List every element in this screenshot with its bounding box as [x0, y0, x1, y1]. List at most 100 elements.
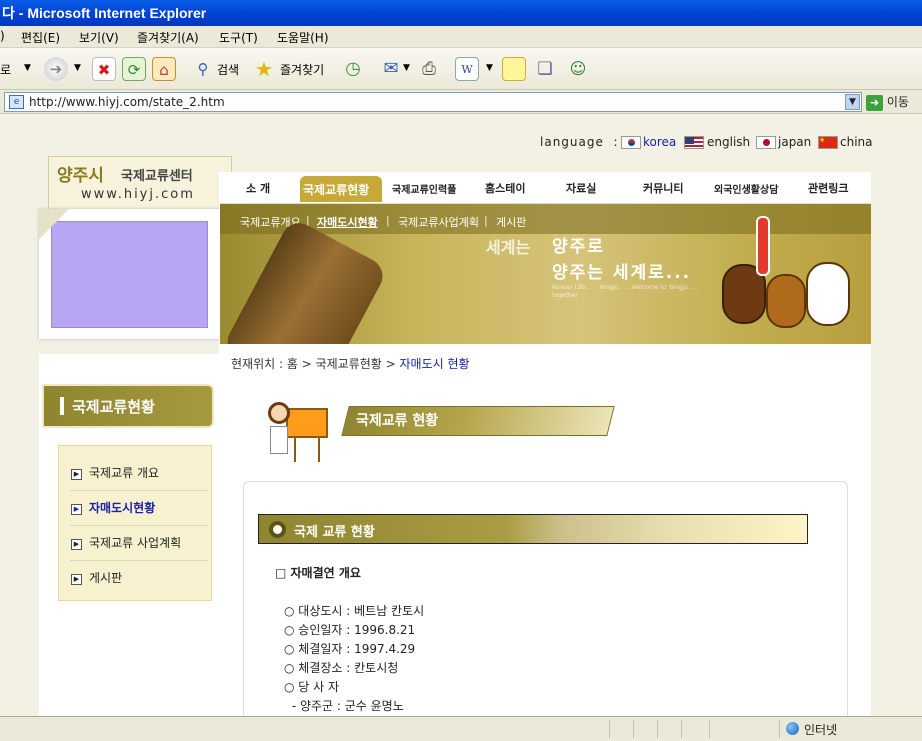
lnb-title-bar-icon [60, 397, 64, 415]
banner-english: Korean Life . . . Yangju . . . welcome t… [552, 284, 700, 299]
lang-english[interactable]: english [707, 135, 750, 149]
lang-china[interactable]: china [840, 135, 873, 149]
gnb-intro[interactable]: 소 개 [246, 180, 270, 196]
lnb-title: 국제교류현황 [72, 398, 155, 416]
lnb-item-plans[interactable]: ▶ 국제교류 사업계획 [71, 526, 207, 561]
go-arrow-icon: ➜ [866, 94, 883, 111]
gnb-community[interactable]: 커뮤니티 [643, 180, 683, 196]
gnb-archive[interactable]: 자료실 [566, 180, 596, 196]
status-cell [633, 720, 657, 738]
favorites-star-icon[interactable]: ★ [252, 57, 276, 81]
status-bar: 인터넷 [0, 716, 922, 741]
back-dropdown-icon[interactable]: ▼ [24, 63, 31, 73]
lnb-item-label: 국제교류 개요 [89, 466, 160, 480]
arrow-right-icon: ▶ [71, 469, 82, 480]
japan-sun [763, 139, 770, 146]
page-curl-decoration [39, 209, 69, 239]
mail-icon[interactable]: ✉ [379, 57, 403, 81]
status-zone-cell: 인터넷 [779, 720, 922, 738]
menu-view[interactable]: 보기(V) [79, 29, 119, 46]
info-list: ○ 대상도시 : 베트남 칸토시 ○ 승인일자 : 1996.8.21 ○ 체결… [244, 594, 844, 716]
menu-bar: ) 편집(E) 보기(V) 즐겨찾기(A) 도구(T) 도움말(H) [0, 26, 922, 48]
page-gutter [908, 114, 922, 716]
refresh-icon[interactable]: ⟳ [122, 57, 146, 81]
arrow-right-icon: ▶ [71, 539, 82, 550]
lang-japan[interactable]: japan [778, 135, 811, 149]
gnb-homestay[interactable]: 홈스테이 [485, 180, 525, 196]
forward-dropdown-icon[interactable]: ▼ [74, 63, 81, 73]
logo-sub: 국제교류센터 [121, 169, 193, 184]
totem-pole-image [221, 216, 389, 344]
toolbar: 로 ▼ ➜ ▼ ✖ ⟳ ⌂ ⚲ 검색 ★ 즐겨찾기 ◷ ✉ ▼ ⎙ W ▼ ❏ … [0, 48, 922, 90]
messenger-icon[interactable]: ☺ [566, 57, 590, 81]
status-cell [709, 720, 779, 738]
breadcrumb-path: 현재위치 : 홈 > 국제교류현황 > [231, 357, 396, 371]
status-cell [609, 720, 633, 738]
photo-placeholder [51, 221, 208, 328]
go-button[interactable]: ➜ 이동 [866, 92, 920, 112]
arrow-right-icon: ▶ [71, 574, 82, 585]
menu-help[interactable]: 도움말(H) [277, 29, 329, 46]
menu-tools[interactable]: 도구(T) [219, 29, 258, 46]
menu-edit[interactable]: 편집(E) [21, 29, 60, 46]
back-label[interactable]: 로 [0, 61, 11, 78]
forward-icon[interactable]: ➜ [44, 57, 68, 81]
window-title: 다 - Microsoft Internet Explorer [2, 5, 207, 21]
lang-korea[interactable]: korea [643, 135, 676, 149]
lnb-item-overview[interactable]: ▶ 국제교류 개요 [71, 456, 207, 491]
lnb-item-label: 자매도시현황 [89, 501, 156, 515]
mail-dropdown-icon[interactable]: ▼ [403, 63, 410, 73]
korea-flag-icon[interactable] [621, 136, 641, 149]
banner-line2: 양주는 세계로... [552, 263, 692, 283]
info-parties: ○ 당 사 자 [284, 680, 340, 694]
home-icon[interactable]: ⌂ [152, 57, 176, 81]
search-label[interactable]: 검색 [217, 61, 239, 78]
lnb-item-sister-cities[interactable]: ▶ 자매도시현황 [71, 491, 207, 526]
gnb-talent-pool[interactable]: 국제교류인력풀 [392, 181, 456, 196]
status-cell [681, 720, 709, 738]
site-logo[interactable]: 양주시 국제교류센터 www.hiyj.com [48, 156, 232, 210]
page-title: 국제교류 현황 [356, 413, 439, 429]
research-icon[interactable]: ❏ [533, 57, 557, 81]
torch-icon [756, 216, 770, 276]
gnb-active-tab[interactable]: 국제교류현황 [300, 176, 382, 202]
subnav-board[interactable]: 게시판 [496, 214, 526, 230]
note-icon[interactable] [502, 57, 526, 81]
arrow-right-icon: ▶ [71, 504, 82, 515]
lnb-item-label: 국제교류 사업계획 [89, 536, 182, 550]
print-icon[interactable]: ⎙ [417, 57, 441, 81]
subnav-plans[interactable]: 국제교류사업계획 [398, 214, 479, 230]
section-header: 국제 교류 현황 [258, 514, 808, 544]
section-title: 국제 교류 현황 [294, 525, 375, 540]
window-title-bar: 다 - Microsoft Internet Explorer [0, 0, 922, 26]
address-dropdown-icon[interactable]: ▼ [845, 94, 860, 110]
taegeuk-icon [628, 139, 635, 146]
circle-bullet-icon [269, 521, 286, 538]
mascot-3-icon [806, 262, 850, 326]
teacher-character-icon [266, 400, 330, 464]
china-flag-icon[interactable]: ★ [818, 136, 838, 149]
logo-main: 양주시 [57, 166, 104, 186]
global-nav: 소 개 국제교류현황 국제교류인력풀 홈스테이 자료실 커뮤니티 외국인생활상담… [220, 172, 871, 204]
favorites-label[interactable]: 즐겨찾기 [280, 61, 324, 78]
go-label: 이동 [886, 95, 909, 109]
search-icon[interactable]: ⚲ [191, 57, 215, 81]
menu-favorites[interactable]: 즐겨찾기(A) [137, 29, 199, 46]
usa-flag-icon[interactable] [684, 136, 704, 149]
page-icon: e [9, 95, 24, 109]
history-icon[interactable]: ◷ [341, 57, 365, 81]
logo-url: www.hiyj.com [81, 187, 195, 202]
gnb-foreigner-counsel[interactable]: 외국인생활상담 [714, 181, 778, 196]
stop-icon[interactable]: ✖ [92, 57, 116, 81]
japan-flag-icon[interactable] [756, 136, 776, 149]
edit-dropdown-icon[interactable]: ▼ [486, 63, 493, 73]
gnb-links[interactable]: 관련링크 [808, 180, 848, 196]
lnb-item-board[interactable]: ▶ 게시판 [71, 561, 207, 596]
address-input[interactable]: e http://www.hiyj.com/state_2.htm ▼ [4, 92, 862, 112]
info-signing-place: ○ 체결장소 : 칸토시청 [284, 661, 399, 675]
easel-leg [318, 438, 320, 462]
subnav-sister-cities[interactable]: 자매도시현황 [317, 214, 378, 230]
word-icon[interactable]: W [455, 57, 479, 81]
breadcrumb-current: 자매도시 현황 [399, 357, 470, 371]
menu-file[interactable]: ) [0, 29, 5, 43]
